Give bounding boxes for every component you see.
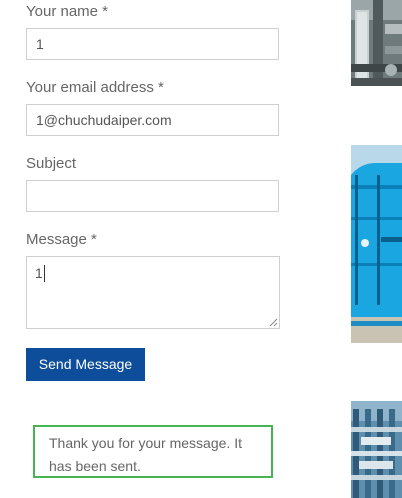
plant-image xyxy=(351,401,402,498)
name-field[interactable] xyxy=(26,28,279,60)
message-value: 1 xyxy=(35,265,43,281)
email-label: Your email address * xyxy=(26,79,164,96)
success-notice: Thank you for your message. It has been … xyxy=(33,425,273,478)
subject-label: Subject xyxy=(26,155,77,172)
pipes-image xyxy=(351,0,402,86)
text-caret xyxy=(44,265,45,282)
send-message-button[interactable]: Send Message xyxy=(26,348,145,381)
sidebar-image-plant[interactable] xyxy=(351,401,402,498)
message-label: Message * xyxy=(26,231,97,248)
resize-grip-icon[interactable] xyxy=(269,318,278,327)
tank-image xyxy=(351,145,402,343)
name-label: Your name * xyxy=(26,3,109,20)
sidebar-image-pipes[interactable] xyxy=(351,0,402,86)
sidebar-image-tank[interactable] xyxy=(351,145,402,343)
subject-field[interactable] xyxy=(26,180,279,212)
email-field[interactable] xyxy=(26,104,279,136)
message-textarea[interactable]: 1 xyxy=(26,256,280,329)
